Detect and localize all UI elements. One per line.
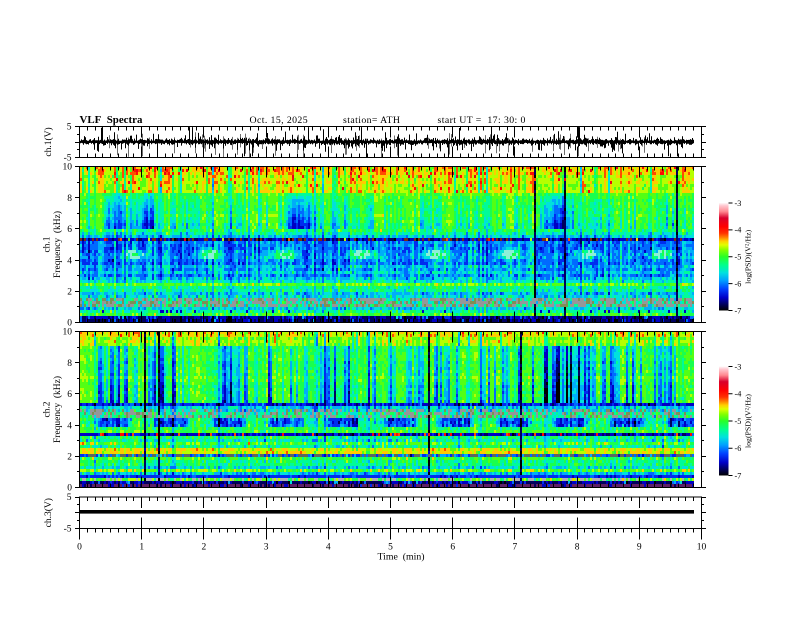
svg-text:ch.3(V): ch.3(V) [43,498,54,527]
svg-text:Time (min): Time (min) [378,552,425,563]
svg-text:-5: -5 [64,525,72,535]
svg-text:-5: -5 [735,253,742,262]
svg-text:0: 0 [67,484,72,494]
svg-text:8: 8 [67,359,72,369]
svg-text:2: 2 [67,453,72,463]
svg-text:ch.2: ch.2 [43,401,53,417]
svg-text:4: 4 [67,256,72,266]
svg-text:9: 9 [637,542,642,552]
svg-text:ch.1: ch.1 [43,236,53,252]
svg-text:6: 6 [67,225,72,235]
svg-text:-4: -4 [735,226,742,235]
svg-text:VLF Spectra: VLF Spectra [80,114,143,126]
svg-text:5: 5 [67,493,72,503]
svg-text:-3: -3 [735,362,742,371]
svg-text:0: 0 [77,542,82,552]
svg-text:7: 7 [513,542,518,552]
svg-text:station= ATH: station= ATH [343,115,400,126]
svg-text:-5: -5 [735,417,742,426]
svg-text:4: 4 [326,542,331,552]
svg-text:5: 5 [67,123,72,133]
svg-text:2: 2 [67,288,72,298]
svg-text:start UT = 17: 30: 0: start UT = 17: 30: 0 [438,115,526,126]
svg-text:log(PSD)(V2/Hz): log(PSD)(V2/Hz) [744,229,753,283]
svg-text:Oct. 15, 2025: Oct. 15, 2025 [250,115,309,126]
svg-text:4: 4 [67,421,72,431]
svg-text:8: 8 [575,542,580,552]
svg-text:6: 6 [67,390,72,400]
svg-text:-6: -6 [735,279,742,288]
svg-text:10: 10 [63,328,73,338]
svg-text:-3: -3 [735,199,742,208]
svg-text:-7: -7 [735,471,742,480]
svg-text:-7: -7 [735,306,742,315]
svg-text:ch.1(V): ch.1(V) [43,127,54,156]
svg-text:Frequency (kHz): Frequency (kHz) [52,376,63,443]
svg-text:log(PSD)(V2/Hz): log(PSD)(V2/Hz) [744,394,753,448]
svg-text:2: 2 [202,542,207,552]
svg-text:8: 8 [67,194,72,204]
svg-text:1: 1 [139,542,144,552]
svg-text:-4: -4 [735,390,742,399]
svg-text:10: 10 [63,163,73,173]
svg-text:6: 6 [450,542,455,552]
svg-text:Frequency (kHz): Frequency (kHz) [52,211,63,278]
svg-text:3: 3 [264,542,269,552]
svg-text:10: 10 [697,542,707,552]
svg-text:-6: -6 [735,444,742,453]
